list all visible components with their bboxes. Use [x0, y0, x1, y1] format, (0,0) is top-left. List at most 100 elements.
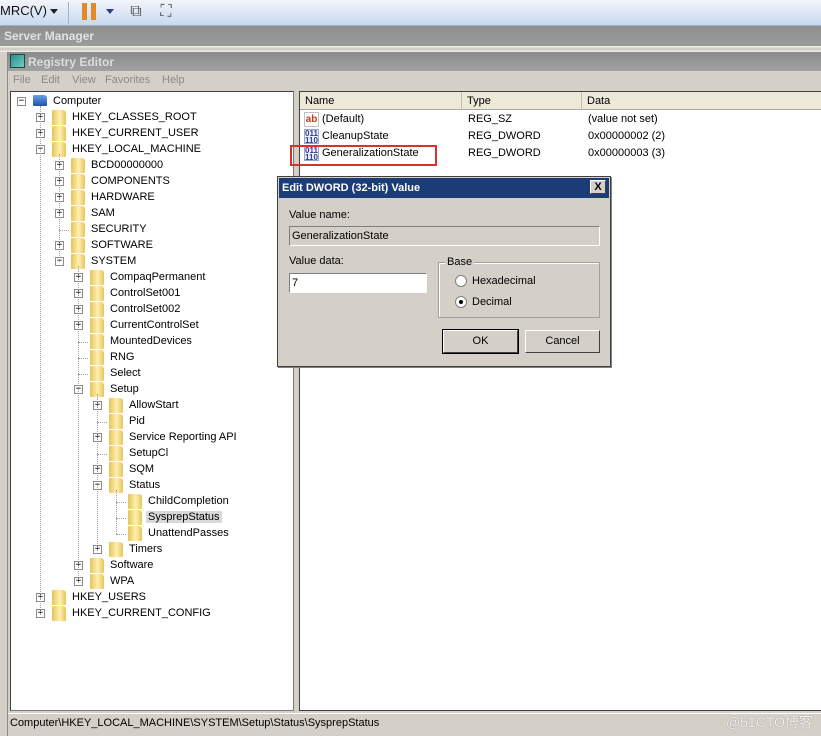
registry-editor-titlebar[interactable]: Registry Editor	[8, 52, 821, 71]
decimal-label[interactable]: Decimal	[472, 296, 512, 308]
tree-node-label[interactable]: Timers	[127, 543, 164, 555]
tree-connector	[78, 342, 88, 343]
tree-node-label[interactable]: Setup	[108, 383, 141, 395]
vm-menu-label[interactable]: MRC(V)	[0, 3, 47, 18]
tree-node-label[interactable]: Computer	[51, 95, 103, 107]
value-row[interactable]: ab (Default) REG_SZ (value not set)	[300, 111, 821, 128]
tree-node-label[interactable]: ControlSet002	[108, 303, 182, 315]
tree-node-label[interactable]: COMPONENTS	[89, 175, 172, 187]
base-group-label: Base	[445, 256, 475, 268]
tree-node-label[interactable]: HKEY_CURRENT_USER	[70, 127, 201, 139]
menu-bar: File Edit View Favorites Help	[8, 71, 821, 90]
folder-icon	[128, 494, 142, 509]
value-data: 0x00000002 (2)	[588, 130, 666, 142]
menu-edit[interactable]: Edit	[41, 74, 60, 86]
pause-dropdown-icon[interactable]	[106, 9, 114, 14]
fullscreen-icon[interactable]: ⛶	[156, 2, 176, 22]
menu-file[interactable]: File	[13, 74, 31, 86]
tree-node-label[interactable]: ControlSet001	[108, 287, 182, 299]
status-bar-path: Computer\HKEY_LOCAL_MACHINE\SYSTEM\Setup…	[8, 713, 821, 731]
tree-node-label[interactable]: MountedDevices	[108, 335, 194, 347]
dialog-titlebar[interactable]: Edit DWORD (32-bit) Value	[279, 178, 609, 198]
folder-icon	[71, 174, 85, 189]
tree-node-label[interactable]: ChildCompletion	[146, 495, 231, 507]
tree-node-label[interactable]: WPA	[108, 575, 136, 587]
tree-node-label[interactable]: BCD00000000	[89, 159, 165, 171]
tree-node-label[interactable]: CompaqPermanent	[108, 271, 207, 283]
tree-node-label[interactable]: Status	[127, 479, 162, 491]
value-name: CleanupState	[322, 130, 389, 142]
tree-node-label[interactable]: UnattendPasses	[146, 527, 231, 539]
toolbar-separator	[68, 2, 69, 24]
collapse-icon[interactable]: −	[17, 97, 26, 106]
value-type: REG_DWORD	[468, 130, 541, 142]
tree-node-label[interactable]: Pid	[127, 415, 147, 427]
registry-editor-icon	[10, 54, 25, 68]
hexadecimal-label[interactable]: Hexadecimal	[472, 275, 536, 287]
menu-help[interactable]: Help	[162, 74, 185, 86]
tree-node-label[interactable]: Service Reporting API	[127, 431, 239, 443]
decimal-radio[interactable]	[455, 296, 467, 308]
folder-icon	[90, 270, 104, 285]
tree-connector	[59, 154, 60, 262]
tree-node-label[interactable]: SysprepStatus	[146, 511, 222, 523]
background-window-edge	[0, 52, 8, 736]
folder-icon	[90, 350, 104, 365]
value-data-input[interactable]: 7	[289, 273, 427, 293]
tree-node-label[interactable]: SOFTWARE	[89, 239, 155, 251]
folder-icon	[71, 238, 85, 253]
folder-icon	[52, 590, 66, 605]
folder-icon	[109, 430, 123, 445]
edit-dword-dialog: Edit DWORD (32-bit) Value X Value name: …	[277, 176, 611, 367]
folder-icon	[109, 446, 123, 461]
tree-node-label[interactable]: CurrentControlSet	[108, 319, 201, 331]
close-icon[interactable]: X	[590, 180, 606, 194]
hexadecimal-radio[interactable]	[455, 275, 467, 287]
tree-node-label[interactable]: SQM	[127, 463, 156, 475]
tree-node-label[interactable]: HKEY_CURRENT_CONFIG	[70, 607, 213, 619]
tree-node-label[interactable]: SYSTEM	[89, 255, 138, 267]
tree-node-label[interactable]: AllowStart	[127, 399, 181, 411]
tree-node-label[interactable]: SAM	[89, 207, 117, 219]
string-value-icon: ab	[304, 112, 319, 127]
column-header-name[interactable]: Name	[300, 92, 462, 110]
registry-tree[interactable]: − Computer + HKEY_CLASSES_ROOT + HKEY_CURRENT…	[10, 91, 294, 711]
folder-icon	[71, 206, 85, 221]
folder-icon	[90, 286, 104, 301]
folder-icon	[128, 510, 142, 525]
tree-node-label[interactable]: HKEY_LOCAL_MACHINE	[70, 143, 203, 155]
value-data: 0x00000003 (3)	[588, 147, 666, 159]
server-manager-title: Server Manager	[0, 26, 821, 46]
tree-node-label[interactable]: RNG	[108, 351, 136, 363]
tree-node-label[interactable]: HKEY_USERS	[70, 591, 148, 603]
dropdown-arrow-icon[interactable]	[50, 9, 58, 14]
menu-view[interactable]: View	[72, 74, 96, 86]
tree-node-label[interactable]: SetupCl	[127, 447, 170, 459]
tree-node-label[interactable]: HARDWARE	[89, 191, 157, 203]
column-header-data[interactable]: Data	[582, 92, 821, 110]
value-row[interactable]: 011 110 CleanupState REG_DWORD 0x00000002 (2…	[300, 128, 821, 145]
menu-favorites[interactable]: Favorites	[105, 74, 150, 86]
binary-value-icon: 011 110	[304, 129, 319, 145]
value-type: REG_DWORD	[468, 147, 541, 159]
folder-icon	[71, 222, 85, 237]
column-header-type[interactable]: Type	[462, 92, 582, 110]
folder-icon	[71, 158, 85, 173]
folder-icon	[109, 542, 123, 557]
tree-node-label[interactable]: SECURITY	[89, 223, 149, 235]
folder-icon	[90, 558, 104, 573]
cancel-button[interactable]: Cancel	[525, 330, 600, 353]
dialog-title: Edit DWORD (32-bit) Value	[282, 182, 421, 194]
value-data-label: Value data:	[289, 255, 344, 267]
tree-connector	[78, 358, 88, 359]
folder-icon	[52, 606, 66, 621]
network-icon[interactable]: ⧉	[126, 2, 146, 22]
ok-button[interactable]: OK	[442, 329, 519, 354]
tree-node-label[interactable]: Software	[108, 559, 155, 571]
pause-icon[interactable]	[82, 3, 96, 20]
highlight-box	[290, 145, 437, 166]
tree-node-label[interactable]: Select	[108, 367, 143, 379]
folder-icon	[90, 302, 104, 317]
tree-node-label[interactable]: HKEY_CLASSES_ROOT	[70, 111, 199, 123]
folder-icon	[90, 334, 104, 349]
